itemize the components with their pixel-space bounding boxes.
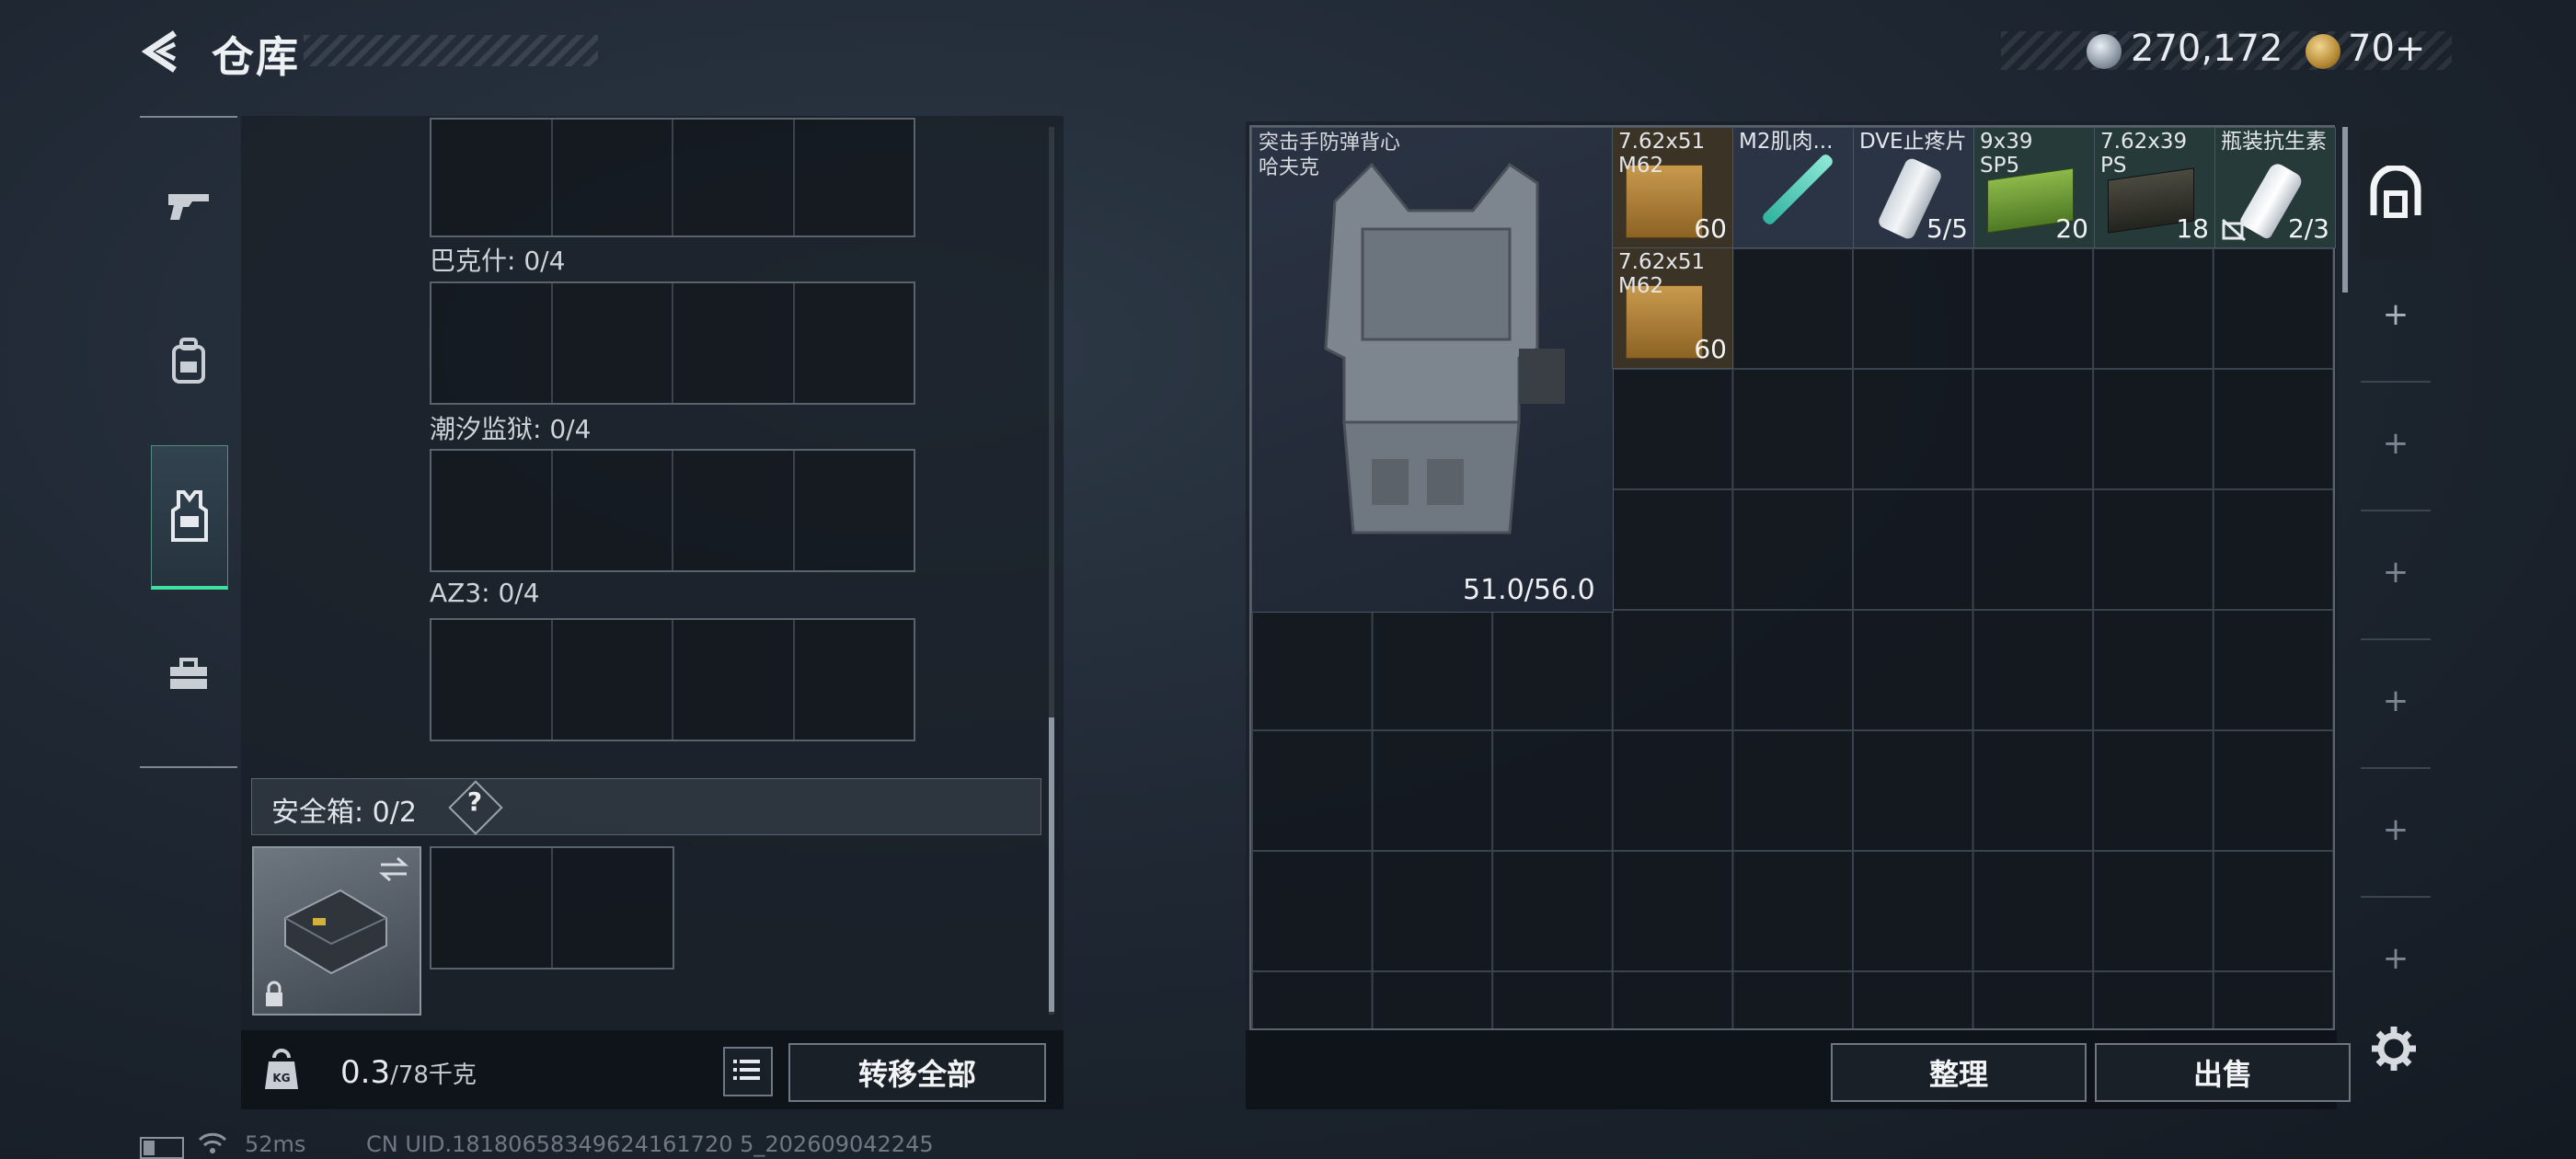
ping-readout: 52ms (245, 1131, 306, 1157)
left-scrollbar-thumb[interactable] (1049, 717, 1054, 1012)
no-refill-icon (2221, 218, 2247, 242)
vest-name: 突击手防弹背心 哈夫克 (1259, 131, 1400, 180)
add-storage-tab-icon[interactable]: + (2379, 296, 2412, 333)
backpack-icon (172, 338, 205, 384)
safe-box-empty-slots[interactable] (430, 846, 674, 970)
weight-kg-icon: KG (265, 1049, 298, 1089)
svg-text:KG: KG (272, 1072, 290, 1084)
item-name: 7.62x39 PS (2100, 130, 2188, 178)
item-name: M2肌肉... (1739, 130, 1834, 154)
item-count: 5/5 (1926, 213, 1968, 244)
right-scrollbar-thumb[interactable] (2342, 127, 2348, 293)
inventory-item-ammo-7-62x39[interactable]: 7.62x39 PS 18 (2094, 127, 2215, 248)
armor-vest-icon (1324, 162, 1565, 534)
token-coin-icon[interactable] (2306, 34, 2340, 69)
transfer-all-button[interactable]: 转移全部 (788, 1043, 1046, 1102)
inventory-item-ammo-7-62x51[interactable]: 7.62x51 M62 60 (1612, 127, 1733, 248)
battery-icon (140, 1137, 184, 1159)
toolbox-icon (170, 658, 207, 689)
section-label: 潮汐监狱: 0/4 (430, 414, 592, 444)
add-storage-tab-icon[interactable]: + (2379, 554, 2412, 591)
item-name: DVE止疼片 (1859, 130, 1967, 154)
inventory-item-m2-muscle[interactable]: M2肌肉... (1732, 127, 1854, 248)
list-view-button[interactable] (723, 1047, 773, 1096)
token-amount[interactable]: 70+ (2348, 28, 2425, 70)
section-label: AZ3: 0/4 (430, 578, 540, 608)
inventory-item-ammo-7-62x51[interactable]: 7.62x51 M62 60 (1612, 247, 1733, 369)
add-storage-tab-icon[interactable]: + (2379, 940, 2412, 977)
item-name: 9x39 SP5 (1980, 130, 2033, 178)
item-name: 7.62x51 M62 (1618, 130, 1706, 178)
nav-backpack[interactable] (140, 311, 237, 412)
inventory-item-antibiotic[interactable]: 瓶装抗生素 2/3 (2214, 127, 2336, 248)
item-count: 60 (1694, 213, 1727, 244)
section-label: 巴克什: 0/4 (430, 246, 566, 276)
item-count: 2/3 (2287, 213, 2329, 244)
vest-name-line1: 突击手防弹背心 (1259, 132, 1401, 155)
item-count: 18 (2176, 213, 2209, 244)
container-grid[interactable] (430, 118, 915, 237)
container-grid[interactable] (430, 281, 915, 405)
inventory-item-ammo-9x39[interactable]: 9x39 SP5 20 (1973, 127, 2095, 248)
lock-icon (266, 981, 282, 1006)
inventory-item-dve-painkiller[interactable]: DVE止疼片 5/5 (1853, 127, 1974, 248)
vest-name-line2: 哈夫克 (1259, 156, 1320, 179)
item-name: 7.62x51 M62 (1618, 250, 1706, 298)
item-count: 20 (2055, 213, 2088, 244)
page-title: 仓库 (212, 32, 300, 82)
left-category-nav (140, 116, 237, 768)
title-decoration (304, 35, 598, 66)
wifi-icon (198, 1132, 227, 1153)
nav-vest[interactable] (151, 445, 228, 590)
add-storage-tab-icon[interactable]: + (2379, 425, 2412, 462)
warehouse-icon (2370, 166, 2421, 218)
storage-tab-main[interactable] (2361, 127, 2431, 259)
weight-value: 0.3 (340, 1054, 391, 1091)
add-storage-tab-icon[interactable]: + (2379, 811, 2412, 848)
vest-icon (171, 490, 208, 542)
item-count: 60 (1694, 334, 1727, 364)
safe-case-icon (284, 889, 387, 975)
add-storage-tab-icon[interactable]: + (2379, 683, 2412, 719)
container-grid[interactable] (430, 449, 915, 572)
money-amount: 270,172 (2131, 28, 2283, 70)
nav-gun[interactable] (140, 155, 237, 256)
back-arrow-icon[interactable] (138, 28, 186, 75)
weight-capacity: /78千克 (390, 1061, 477, 1089)
safe-box-label: 安全箱: 0/2 (271, 797, 417, 829)
list-icon (733, 1060, 760, 1080)
syringe-icon (1760, 152, 1835, 227)
swap-icon[interactable] (377, 855, 410, 883)
sell-button[interactable]: 出售 (2095, 1043, 2351, 1102)
uid-readout: CN UID.18180658349624161720 5_2026090422… (366, 1131, 934, 1157)
money-coin-icon (2087, 34, 2122, 69)
gun-icon (168, 194, 209, 220)
nav-toolbox[interactable] (140, 624, 237, 725)
item-name: 瓶装抗生素 (2221, 130, 2327, 154)
vest-item[interactable] (1251, 127, 1614, 613)
container-grid[interactable] (430, 618, 915, 741)
vest-durability: 51.0/56.0 (1463, 574, 1595, 606)
settings-gear-icon[interactable] (2370, 1025, 2418, 1073)
safe-box-item[interactable] (252, 846, 421, 1016)
sort-button[interactable]: 整理 (1831, 1043, 2087, 1102)
help-icon-glyph: ? (466, 786, 483, 817)
weight-readout: 0.3/78千克 (340, 1054, 477, 1091)
